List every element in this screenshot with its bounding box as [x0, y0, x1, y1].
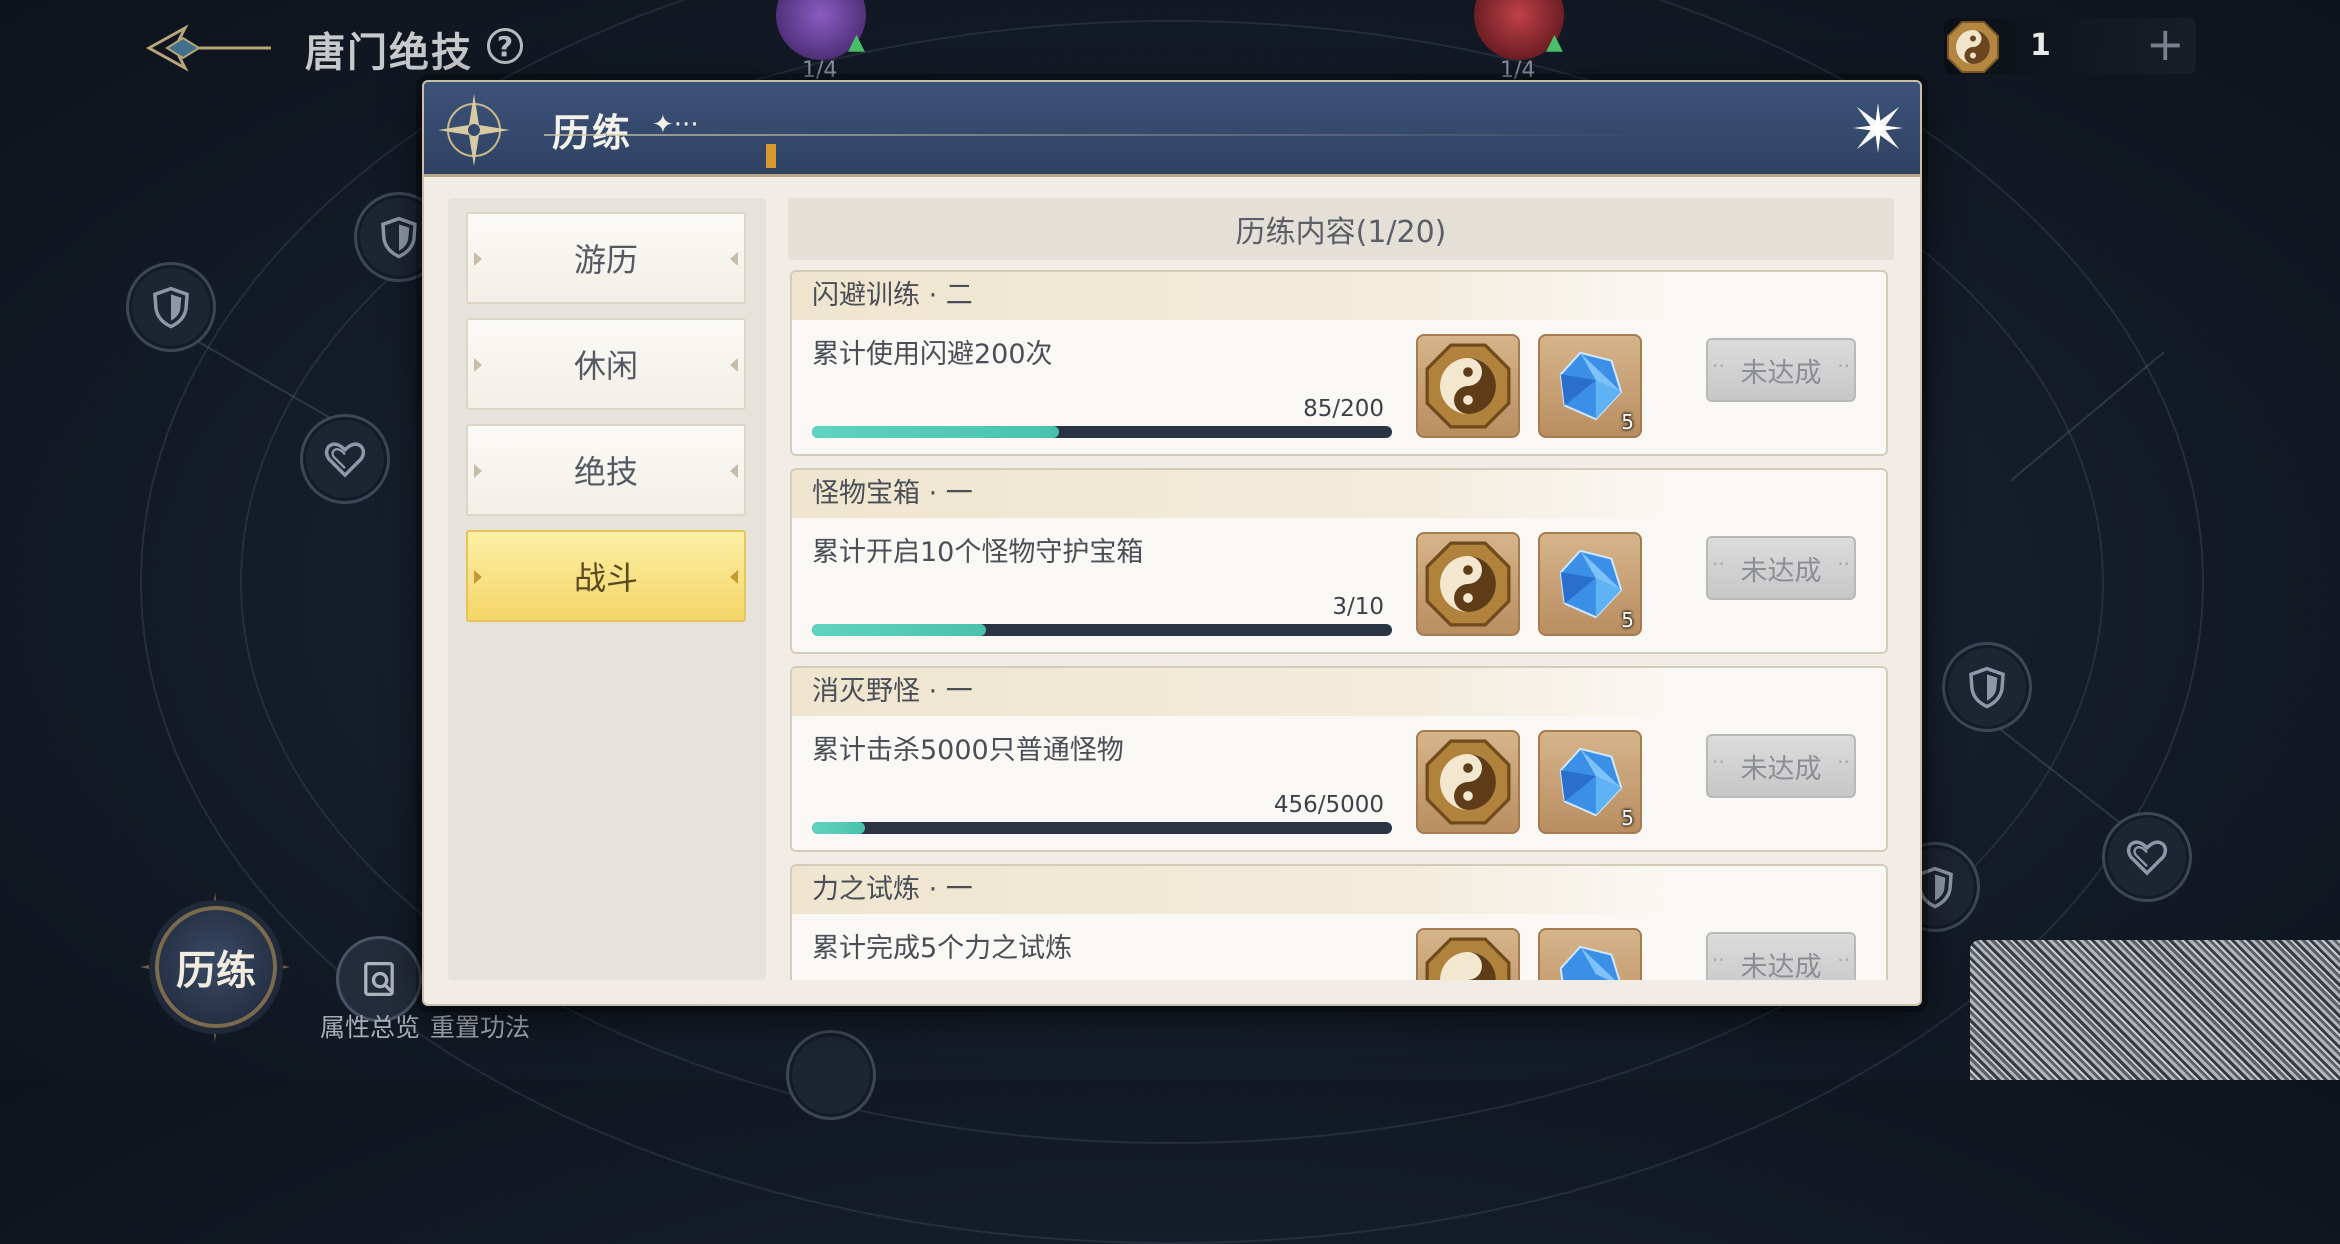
taiji-coin-icon: [1425, 739, 1511, 825]
up-arrow-icon: ▲: [1546, 30, 1563, 55]
title-decoration: ✦···: [652, 110, 699, 140]
status-button[interactable]: 未达成: [1706, 536, 1856, 600]
task-description: 累计开启10个怪物守护宝箱: [812, 537, 1144, 568]
shield-icon: [381, 216, 417, 259]
blue-crystal-icon: [1559, 351, 1623, 421]
tab-pip: [730, 252, 738, 266]
shield-node[interactable]: [126, 262, 216, 352]
reset-skill-link[interactable]: 重置功法: [430, 1013, 530, 1042]
tab-label: 绝技: [573, 453, 638, 491]
content-header: 历练内容(1/20): [788, 198, 1894, 260]
category-sidebar: 游历 休闲 绝技 战斗: [448, 198, 766, 980]
taiji-coin-icon: [1425, 541, 1511, 627]
shield-icon: [1969, 666, 2005, 709]
progress-bar: [812, 426, 1392, 438]
back-arrow-icon[interactable]: [145, 22, 275, 74]
tab-pip: [474, 358, 482, 372]
attribute-overview-link[interactable]: 属性总览: [320, 1013, 420, 1042]
task-description: 累计击杀5000只普通怪物: [812, 735, 1124, 766]
tab-pip: [730, 464, 738, 478]
progress-bar: [812, 822, 1392, 834]
taiji-coin-icon: [1425, 937, 1511, 980]
reward-count: 5: [1621, 410, 1634, 434]
lilian-badge-button[interactable]: 历练: [155, 906, 277, 1028]
task-progress-text: 3/10: [1332, 594, 1384, 620]
task-card: 力之试炼 · 一 累计完成5个力之试炼 未达成: [790, 864, 1888, 980]
task-card: 消灭野怪 · 一 累计击杀5000只普通怪物 456/5000 5 ·· 未达成…: [790, 666, 1888, 852]
tab-pip: [474, 464, 482, 478]
task-title: 消灭野怪 · 一: [792, 668, 1672, 716]
page-title: 唐门绝技: [305, 30, 473, 76]
blue-crystal-icon: [1559, 747, 1623, 817]
tab-zhandou[interactable]: 战斗: [466, 530, 746, 622]
heart-icon: [324, 442, 366, 478]
heart-node[interactable]: [2102, 812, 2192, 902]
task-card: 怪物宝箱 · 一 累计开启10个怪物守护宝箱 3/10 5 ·· 未达成 ··: [790, 468, 1888, 654]
add-currency-button[interactable]: +: [2146, 20, 2185, 68]
reward-gem[interactable]: 5: [1538, 334, 1642, 438]
status-button[interactable]: 未达成: [1706, 734, 1856, 798]
reward-count: 5: [1621, 608, 1634, 632]
task-title: 怪物宝箱 · 一: [792, 470, 1672, 518]
task-description: 累计使用闪避200次: [812, 339, 1053, 370]
bottom-node[interactable]: [786, 1030, 876, 1120]
bottom-links: 属性总览 重置功法: [320, 1008, 540, 1044]
tab-pip: [730, 358, 738, 372]
close-icon: [1852, 102, 1904, 154]
progress-fill: [812, 624, 986, 636]
book-search-icon: [364, 961, 394, 997]
tab-youli[interactable]: 游历: [466, 212, 746, 304]
blue-crystal-icon: [1559, 945, 1621, 980]
compass-emblem-icon: [438, 94, 510, 166]
taiji-coin-icon: [1425, 343, 1511, 429]
task-title: 力之试炼 · 一: [792, 866, 1672, 914]
task-description: 累计完成5个力之试炼: [812, 933, 1073, 964]
close-button[interactable]: [1846, 96, 1910, 160]
progress-fill: [812, 822, 865, 834]
reward-count: 5: [1621, 806, 1634, 830]
tab-pip: [474, 252, 482, 266]
shield-icon: [153, 286, 189, 329]
task-list[interactable]: 闪避训练 · 二 累计使用闪避200次 85/200 5 ·· 未达成 ·· 怪…: [788, 270, 1894, 980]
heart-node[interactable]: [300, 414, 390, 504]
reward-taiji[interactable]: [1416, 928, 1520, 980]
reward-taiji[interactable]: [1416, 730, 1520, 834]
reward-gem[interactable]: [1538, 928, 1642, 980]
tab-label: 休闲: [573, 347, 638, 385]
task-progress-text: 456/5000: [1273, 792, 1384, 818]
reward-gem[interactable]: 5: [1538, 532, 1642, 636]
progress-fill: [812, 426, 1059, 438]
status-button[interactable]: 未达成: [1706, 932, 1856, 980]
heart-icon: [2126, 840, 2168, 876]
task-progress-text: 85/200: [1303, 396, 1384, 422]
tab-xiuxian[interactable]: 休闲: [466, 318, 746, 410]
task-card: 闪避训练 · 二 累计使用闪避200次 85/200 5 ·· 未达成 ··: [790, 270, 1888, 456]
tab-jueji[interactable]: 绝技: [466, 424, 746, 516]
tab-pip: [474, 570, 482, 584]
lilian-modal: 历练 ✦··· 游历 休闲 绝技 战斗 历练内容(1/20) 闪避训练 · 二 …: [422, 80, 1922, 1006]
progress-bar: [812, 624, 1392, 636]
taiji-icon: [1947, 21, 1999, 73]
shield-node[interactable]: [1942, 642, 2032, 732]
task-title: 闪避训练 · 二: [792, 272, 1672, 320]
reward-gem[interactable]: 5: [1538, 730, 1642, 834]
obscured-region: [1970, 940, 2340, 1080]
blue-crystal-icon: [1559, 549, 1623, 619]
currency-count: 1: [2030, 28, 2051, 63]
help-icon[interactable]: ?: [487, 28, 523, 64]
tab-label: 游历: [573, 241, 638, 279]
flag-icon: [766, 144, 776, 168]
up-arrow-icon: ▲: [848, 30, 865, 55]
reward-taiji[interactable]: [1416, 532, 1520, 636]
reward-taiji[interactable]: [1416, 334, 1520, 438]
tab-label: 战斗: [573, 559, 638, 597]
tab-pip: [730, 570, 738, 584]
modal-title: 历练: [552, 111, 633, 155]
modal-header: 历练 ✦···: [424, 82, 1920, 177]
status-button[interactable]: 未达成: [1706, 338, 1856, 402]
